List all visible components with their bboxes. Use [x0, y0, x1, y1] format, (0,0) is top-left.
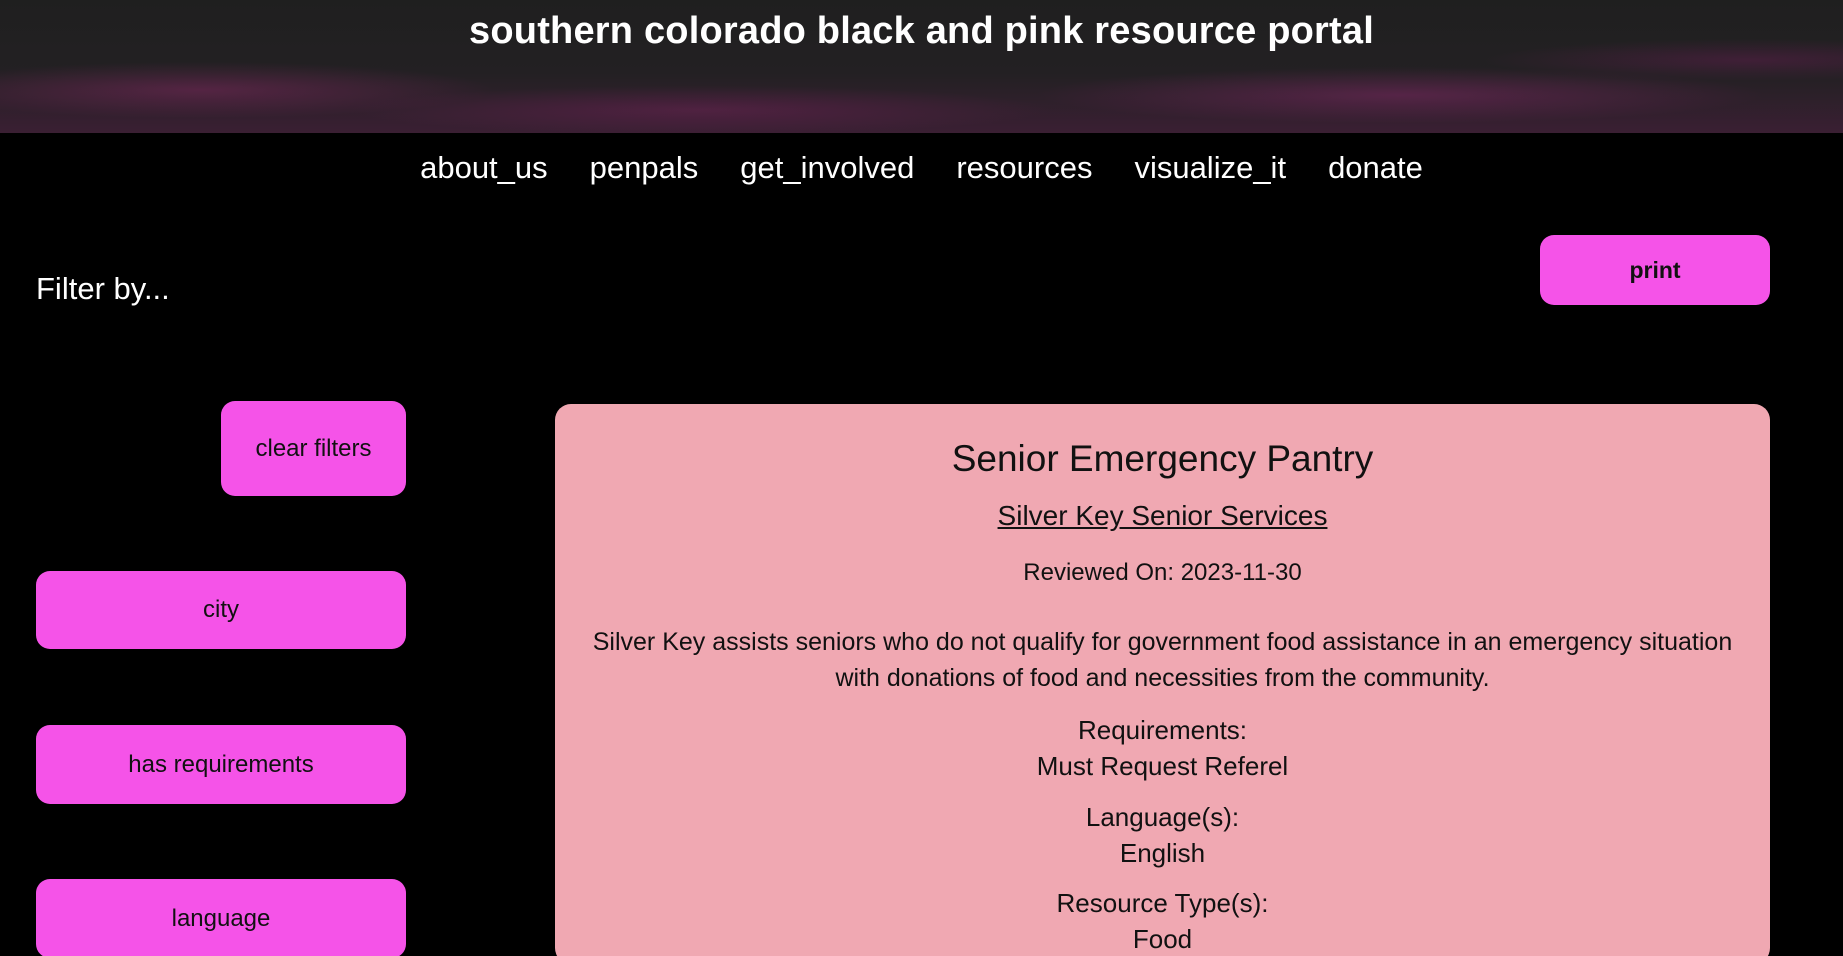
- print-button[interactable]: print: [1540, 235, 1770, 305]
- resource-title: Senior Emergency Pantry: [951, 438, 1374, 479]
- city-filter-button[interactable]: city: [36, 571, 406, 649]
- clear-filters-button[interactable]: clear filters: [221, 401, 406, 496]
- main-nav: about_us penpals get_involved resources …: [0, 150, 1843, 186]
- nav-item-penpals[interactable]: penpals: [590, 150, 699, 186]
- site-title: southern colorado black and pink resourc…: [469, 10, 1374, 52]
- reviewed-date: Reviewed On: 2023-11-30: [1023, 559, 1302, 586]
- nav-item-get-involved[interactable]: get_involved: [740, 150, 914, 186]
- languages-value: English: [1119, 838, 1206, 868]
- resource-card: Senior Emergency Pantry Silver Key Senio…: [555, 404, 1770, 956]
- requirements-value: Must Request Referel: [1036, 751, 1289, 781]
- nav-item-about-us[interactable]: about_us: [420, 150, 548, 186]
- has-requirements-filter-button[interactable]: has requirements: [36, 725, 406, 804]
- nav-item-visualize-it[interactable]: visualize_it: [1134, 150, 1286, 186]
- resource-types-label: Resource Type(s):: [1056, 888, 1269, 918]
- language-filter-button[interactable]: language: [36, 879, 406, 956]
- filter-heading: Filter by...: [36, 271, 170, 306]
- requirements-field: Requirements: Must Request Referel: [555, 712, 1770, 784]
- resource-organization: Silver Key Senior Services: [555, 500, 1770, 532]
- page: southern colorado black and pink resourc…: [0, 0, 1843, 956]
- languages-field: Language(s): English: [555, 799, 1770, 871]
- resource-types-value: Food: [1132, 924, 1193, 954]
- resource-description: Silver Key assists seniors who do not qu…: [592, 628, 1733, 692]
- requirements-label: Requirements:: [1077, 715, 1248, 745]
- organization-link[interactable]: Silver Key Senior Services: [998, 500, 1328, 531]
- languages-label: Language(s):: [1085, 802, 1240, 832]
- header-banner: southern colorado black and pink resourc…: [0, 0, 1843, 133]
- nav-item-resources[interactable]: resources: [956, 150, 1092, 186]
- nav-item-donate[interactable]: donate: [1328, 150, 1423, 186]
- resource-types-field: Resource Type(s): Food: [555, 885, 1770, 956]
